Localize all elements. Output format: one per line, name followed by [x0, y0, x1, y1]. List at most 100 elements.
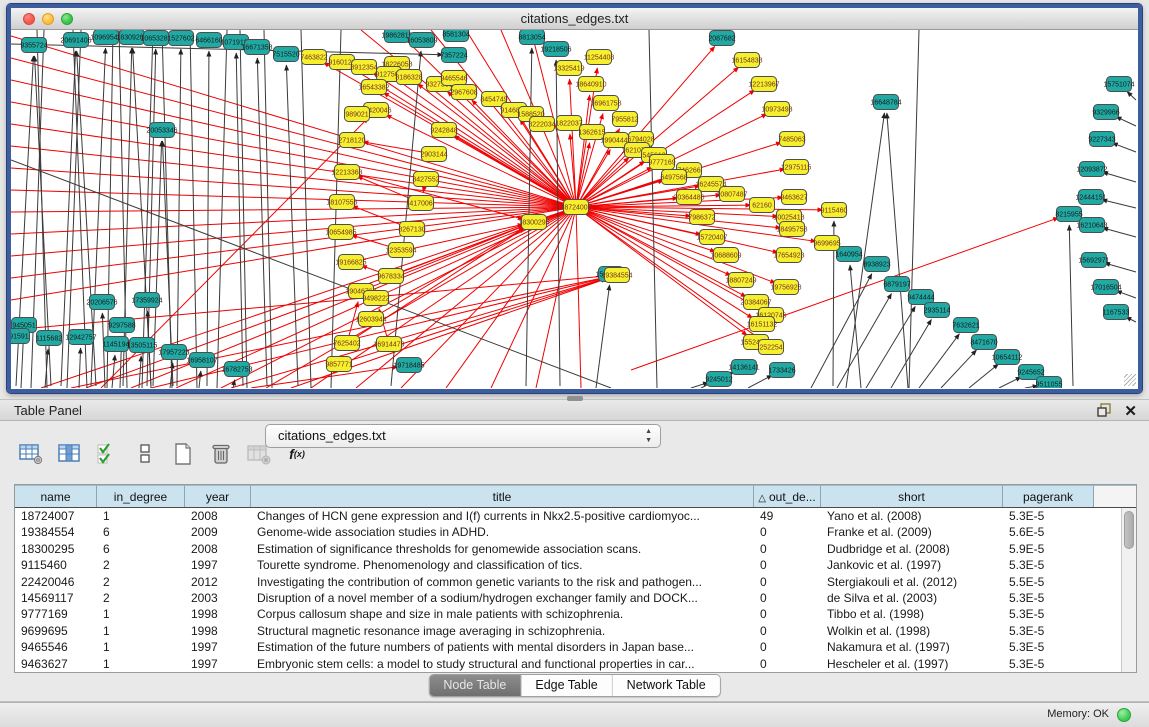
- graph-node[interactable]: 17359924: [131, 293, 162, 308]
- graph-node[interactable]: 16782753: [221, 362, 252, 377]
- network-canvas[interactable]: 9355724206914061096954218309201106532871…: [11, 30, 1138, 388]
- graph-node[interactable]: 16961758: [590, 96, 621, 111]
- column-header-out_de[interactable]: △out_de...: [754, 485, 821, 507]
- graph-node[interactable]: 10654985: [325, 225, 356, 240]
- graph-node[interactable]: 8938923: [863, 257, 890, 272]
- graph-node[interactable]: 7955812: [611, 112, 638, 127]
- column-header-year[interactable]: year: [185, 485, 251, 507]
- close-window-button[interactable]: [23, 13, 35, 25]
- zoom-window-button[interactable]: [61, 13, 73, 25]
- graph-node[interactable]: 9245012: [705, 372, 732, 387]
- graph-node[interactable]: 12353594: [385, 243, 416, 258]
- graph-node[interactable]: 12603944: [355, 312, 386, 327]
- scrollbar-thumb[interactable]: [1124, 511, 1134, 549]
- graph-node[interactable]: 17016504: [1090, 280, 1121, 295]
- graph-node[interactable]: 18640910: [575, 77, 606, 92]
- tab-edge-table[interactable]: Edge Table: [521, 675, 612, 696]
- graph-node[interactable]: 391591: [11, 329, 30, 344]
- graph-node[interactable]: 10654112: [992, 350, 1023, 365]
- table-row[interactable]: 1872400712008Changes of HCN gene express…: [15, 508, 1136, 524]
- graph-node[interactable]: 19756928: [770, 280, 801, 295]
- graph-node[interactable]: 9115460: [821, 203, 848, 218]
- graph-node[interactable]: 2718120: [338, 133, 365, 148]
- table-row[interactable]: 969969511998Structural magnetic resonanc…: [15, 623, 1136, 639]
- graph-node[interactable]: 8471670: [970, 335, 997, 350]
- graph-node[interactable]: 16648784: [870, 95, 901, 110]
- graph-node[interactable]: 12942757: [65, 330, 96, 345]
- minimize-window-button[interactable]: [42, 13, 54, 25]
- graph-node[interactable]: 9511055: [1036, 377, 1063, 389]
- graph-node[interactable]: 9678334: [377, 269, 404, 284]
- graph-node[interactable]: 18807249: [725, 273, 756, 288]
- graph-node[interactable]: 1115682: [36, 331, 62, 346]
- graph-node[interactable]: 16210643: [1076, 218, 1107, 233]
- table-scrollbar[interactable]: [1121, 508, 1136, 672]
- graph-node[interactable]: 7625402: [333, 336, 360, 351]
- column-header-short[interactable]: short: [821, 485, 1003, 507]
- graph-node[interactable]: 1167533: [1103, 305, 1130, 320]
- graph-node[interactable]: 8267130: [398, 222, 425, 237]
- graph-node[interactable]: 17654923: [773, 248, 804, 263]
- graph-node[interactable]: 9355724: [20, 38, 47, 53]
- graph-node[interactable]: 2087682: [708, 31, 735, 46]
- table-row[interactable]: 946362711997Embryonic stem cells: a mode…: [15, 656, 1136, 672]
- graph-node[interactable]: 18107553: [326, 195, 357, 210]
- graph-node[interactable]: 8581304: [442, 30, 469, 42]
- float-panel-icon[interactable]: [1096, 402, 1112, 421]
- graph-node[interactable]: 62160: [750, 198, 775, 213]
- graph-node[interactable]: 2935114: [924, 303, 951, 318]
- graph-node[interactable]: 12213363: [331, 165, 362, 180]
- graph-node[interactable]: 7357224: [440, 48, 467, 63]
- graph-node[interactable]: 1822037: [555, 116, 582, 131]
- graph-node[interactable]: 10973493: [761, 102, 792, 117]
- table-row[interactable]: 946554611997Estimation of the future num…: [15, 639, 1136, 655]
- graph-node[interactable]: 7485063: [778, 132, 805, 147]
- graph-node[interactable]: 13325419: [553, 61, 584, 76]
- graph-node[interactable]: 9329966: [1092, 105, 1119, 120]
- graph-node[interactable]: 7986372: [688, 210, 715, 225]
- network-graph[interactable]: 9355724206914061096954218309201106532871…: [11, 30, 1138, 388]
- graph-node[interactable]: 2903144: [420, 147, 447, 162]
- table-row[interactable]: 1830029562008Estimation of significance …: [15, 541, 1136, 557]
- row-height-icon[interactable]: [132, 442, 158, 466]
- network-window-titlebar[interactable]: citations_edges.txt: [11, 8, 1138, 30]
- graph-node[interactable]: 7463822: [300, 50, 327, 65]
- column-header-name[interactable]: name: [15, 485, 97, 507]
- graph-node[interactable]: 16543382: [358, 80, 389, 95]
- graph-node[interactable]: 18495758: [776, 222, 807, 237]
- graph-node[interactable]: 9227343: [1088, 132, 1115, 147]
- graph-node[interactable]: 8186328: [395, 70, 422, 85]
- create-column-icon[interactable]: [170, 442, 196, 466]
- tab-network-table[interactable]: Network Table: [613, 675, 720, 696]
- graph-node[interactable]: 1640954: [835, 247, 862, 262]
- table-row[interactable]: 911546021997Tourette syndrome. Phenomeno…: [15, 557, 1136, 573]
- graph-node[interactable]: 20364486: [673, 190, 704, 205]
- graph-node[interactable]: 7515520: [272, 47, 299, 62]
- table-row[interactable]: 977716911998Corpus callosum shape and si…: [15, 606, 1136, 622]
- graph-node[interactable]: 1145194: [103, 337, 130, 352]
- table-settings-icon[interactable]: [18, 442, 44, 466]
- table-row[interactable]: 2242004622012Investigating the contribut…: [15, 574, 1136, 590]
- show-columns-icon[interactable]: [56, 442, 82, 466]
- graph-node[interactable]: 7632621: [952, 318, 979, 333]
- graph-node[interactable]: 12444151: [1075, 190, 1106, 205]
- graph-node[interactable]: 989021: [345, 107, 370, 122]
- resize-grip-icon[interactable]: [1124, 374, 1136, 386]
- graph-node[interactable]: 8215955: [1055, 207, 1082, 222]
- graph-node[interactable]: 20053346: [146, 123, 177, 138]
- graph-node[interactable]: 12975115: [781, 160, 812, 175]
- graph-node[interactable]: 9463627: [780, 190, 807, 205]
- delete-columns-icon[interactable]: [208, 442, 234, 466]
- graph-node[interactable]: 19166825: [335, 255, 366, 270]
- graph-node[interactable]: 13505115: [127, 338, 158, 353]
- column-header-title[interactable]: title: [251, 485, 754, 507]
- graph-node[interactable]: 2967608: [450, 85, 477, 100]
- graph-node[interactable]: 15751074: [1103, 77, 1134, 92]
- graph-node[interactable]: 8222034: [528, 117, 555, 132]
- graph-node[interactable]: 15692971: [1078, 253, 1109, 268]
- graph-node[interactable]: 9242848: [430, 123, 457, 138]
- table-selector-dropdown[interactable]: citations_edges.txt ▲▼: [265, 424, 661, 448]
- graph-node[interactable]: 9297588: [108, 318, 135, 333]
- graph-node[interactable]: 1733426: [768, 363, 795, 378]
- graph-node[interactable]: 19218506: [540, 42, 571, 57]
